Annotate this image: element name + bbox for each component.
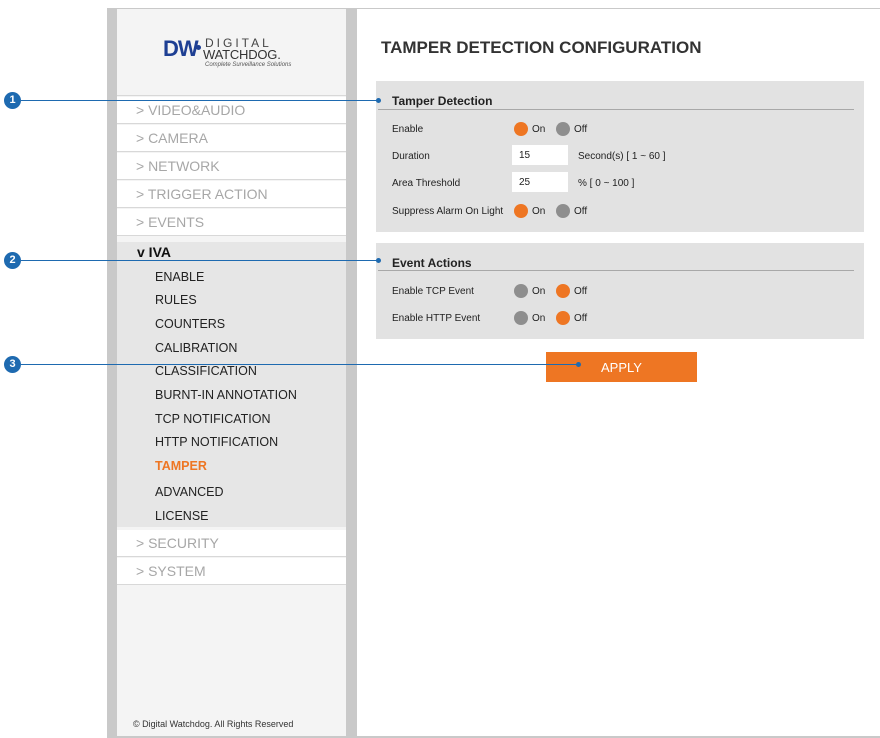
sidebar-item-system[interactable]: > SYSTEM — [117, 558, 346, 585]
submenu-http-notification[interactable]: HTTP NOTIFICATION — [155, 435, 278, 449]
callout-3: 3 — [4, 356, 21, 373]
callout-leader-dot — [576, 362, 581, 367]
http-on-label: On — [532, 313, 546, 324]
sidebar-item-trigger-action[interactable]: > TRIGGER ACTION — [117, 181, 346, 208]
divider — [378, 109, 854, 110]
submenu-counters[interactable]: COUNTERS — [155, 317, 225, 331]
submenu-enable[interactable]: ENABLE — [155, 270, 204, 284]
suppress-off-label: Off — [574, 206, 588, 217]
submenu-classification[interactable]: CLASSIFICATION — [155, 364, 257, 378]
submenu-license[interactable]: LICENSE — [155, 509, 209, 523]
suppress-on-label: On — [532, 206, 546, 217]
enable-off-label: Off — [574, 124, 588, 135]
tcp-event-label: Enable TCP Event — [392, 286, 474, 297]
area-threshold-input[interactable] — [512, 172, 568, 192]
http-off-radio[interactable] — [556, 311, 570, 325]
http-off-label: Off — [574, 313, 588, 324]
tamper-detection-heading: Tamper Detection — [392, 94, 493, 108]
callout-leader — [21, 260, 377, 261]
duration-label: Duration — [392, 151, 430, 162]
enable-off-radio[interactable] — [556, 122, 570, 136]
divider — [378, 270, 854, 271]
area-threshold-label: Area Threshold — [392, 178, 461, 189]
submenu-advanced[interactable]: ADVANCED — [155, 485, 224, 499]
apply-button[interactable]: APPLY — [546, 352, 697, 382]
tcp-on-label: On — [532, 286, 546, 297]
suppress-alarm-label: Suppress Alarm On Light — [392, 206, 504, 217]
page: DW DIGITAL WATCHDOG. Complete Surveillan… — [0, 0, 880, 738]
logo-dot — [196, 45, 201, 50]
sidebar-item-events[interactable]: > EVENTS — [117, 209, 346, 236]
callout-leader — [21, 364, 577, 365]
enable-label: Enable — [392, 124, 424, 135]
divider — [117, 95, 346, 96]
logo-tagline: Complete Surveillance Solutions — [205, 62, 292, 68]
callout-leader — [21, 100, 377, 101]
sidebar-section-iva — [117, 242, 346, 527]
sidebar-item-security[interactable]: > SECURITY — [117, 530, 346, 557]
sidebar-item-video-audio[interactable]: > VIDEO&AUDIO — [117, 97, 346, 124]
logo-mark: DW — [163, 36, 199, 61]
submenu-calibration[interactable]: CALIBRATION — [155, 341, 237, 355]
submenu-tamper[interactable]: TAMPER — [155, 459, 207, 473]
duration-input[interactable] — [512, 145, 568, 165]
callout-leader-dot — [376, 98, 381, 103]
tcp-off-label: Off — [574, 286, 588, 297]
copyright-text: © Digital Watchdog. All Rights Reserved — [133, 719, 294, 729]
sidebar-item-network[interactable]: > NETWORK — [117, 153, 346, 180]
area-threshold-hint: % [ 0 ~ 100 ] — [578, 178, 635, 189]
callout-leader-dot — [376, 258, 381, 263]
sidebar-item-iva[interactable]: v IVA — [137, 244, 171, 260]
sidebar-item-camera[interactable]: > CAMERA — [117, 125, 346, 152]
brand-logo: DW DIGITAL WATCHDOG. Complete Surveillan… — [163, 36, 313, 68]
enable-on-radio[interactable] — [514, 122, 528, 136]
tcp-on-radio[interactable] — [514, 284, 528, 298]
logo-line2: WATCHDOG. — [203, 47, 281, 62]
duration-hint: Second(s) [ 1 ~ 60 ] — [578, 151, 666, 162]
http-event-label: Enable HTTP Event — [392, 313, 481, 324]
tcp-off-radio[interactable] — [556, 284, 570, 298]
suppress-off-radio[interactable] — [556, 204, 570, 218]
callout-1: 1 — [4, 92, 21, 109]
submenu-tcp-notification[interactable]: TCP NOTIFICATION — [155, 412, 271, 426]
event-actions-heading: Event Actions — [392, 256, 472, 270]
enable-on-label: On — [532, 124, 546, 135]
submenu-rules[interactable]: RULES — [155, 293, 197, 307]
callout-2: 2 — [4, 252, 21, 269]
suppress-on-radio[interactable] — [514, 204, 528, 218]
submenu-burnt-in-annotation[interactable]: BURNT-IN ANNOTATION — [155, 388, 297, 402]
http-on-radio[interactable] — [514, 311, 528, 325]
page-title: TAMPER DETECTION CONFIGURATION — [381, 38, 702, 57]
